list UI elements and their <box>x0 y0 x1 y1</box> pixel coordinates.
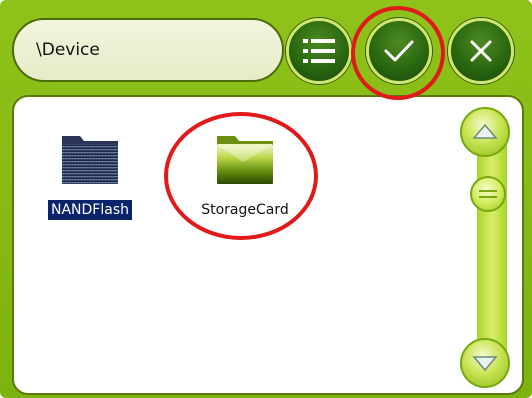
grip-lines-icon <box>479 190 497 198</box>
close-icon <box>470 40 492 62</box>
list-icon <box>303 39 335 63</box>
scrollbar-track[interactable] <box>477 120 507 370</box>
close-button[interactable] <box>448 18 514 84</box>
view-list-button[interactable] <box>286 18 352 84</box>
scroll-up-button[interactable] <box>460 107 510 157</box>
scroll-down-button[interactable] <box>460 338 510 388</box>
checkmark-icon <box>384 40 414 62</box>
folder-icon <box>213 128 277 188</box>
file-item-nandflash[interactable]: NANDFlash <box>38 128 142 220</box>
file-label: StorageCard <box>201 202 289 218</box>
file-item-storagecard[interactable]: StorageCard <box>180 128 310 220</box>
ok-button[interactable] <box>366 18 432 84</box>
path-field[interactable]: \Device <box>12 18 284 82</box>
triangle-down-icon <box>472 356 498 372</box>
folder-icon <box>58 128 122 188</box>
file-label: NANDFlash <box>48 200 132 220</box>
scroll-thumb[interactable] <box>470 176 506 212</box>
triangle-up-icon <box>472 123 498 139</box>
path-text: \Device <box>36 40 100 60</box>
